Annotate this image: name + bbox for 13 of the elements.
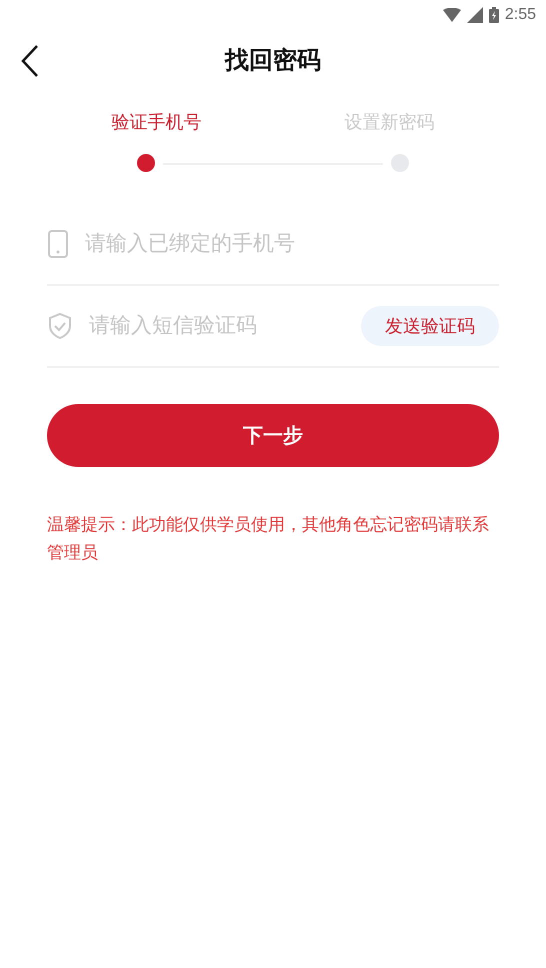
code-input-field[interactable]: 请输入短信验证码 — [89, 314, 345, 338]
send-code-button[interactable]: 发送验证码 — [361, 306, 499, 346]
status-time: 2:55 — [504, 6, 536, 24]
battery-icon — [488, 7, 499, 23]
signal-icon — [466, 7, 483, 23]
shield-check-icon — [47, 312, 73, 340]
next-button[interactable]: 下一步 — [47, 404, 499, 467]
wifi-icon — [442, 8, 461, 22]
phone-icon — [47, 229, 69, 259]
tip-text: 温馨提示：此功能仅供学员使用，其他角色忘记密码请联系管理员 — [47, 514, 490, 565]
phone-input-field[interactable]: 请输入已绑定的手机号 — [85, 232, 499, 256]
page-title: 找回密码 — [225, 45, 321, 76]
step-label: 验证手机号 — [112, 111, 202, 134]
